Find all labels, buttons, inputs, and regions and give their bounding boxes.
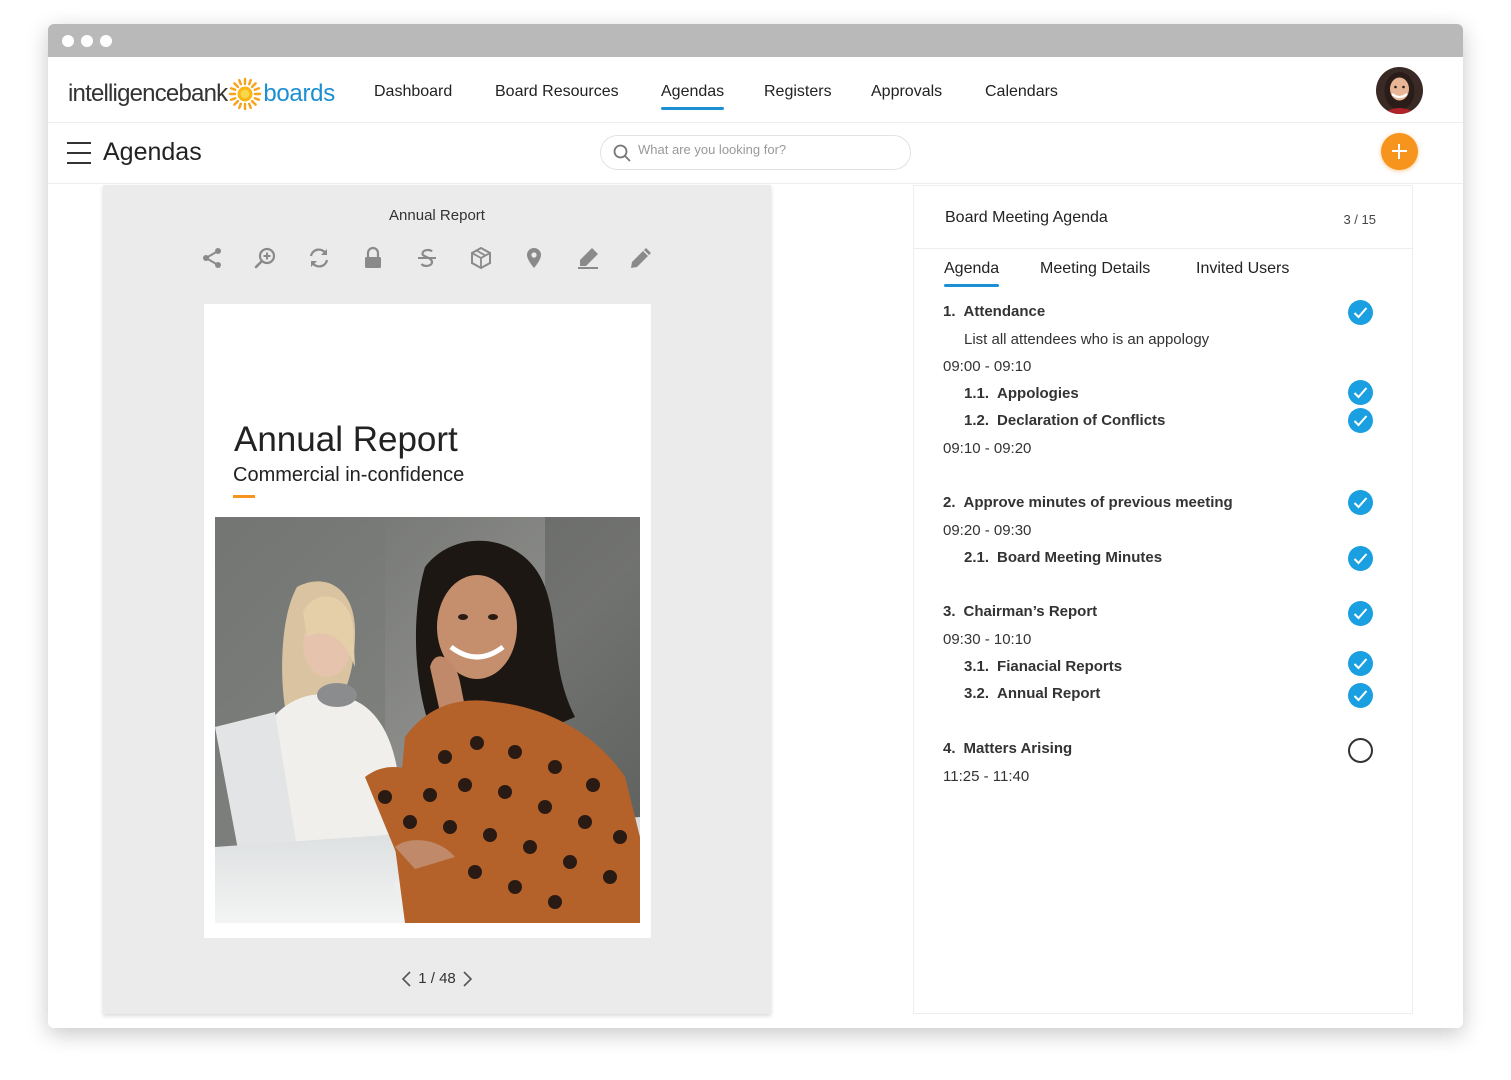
package-icon[interactable] [468,245,494,271]
avatar-portrait-icon [1376,67,1423,114]
agenda-item-title: Matters Arising [963,740,1073,757]
agenda-item-time: 09:10 - 09:20 [943,440,1032,457]
viewer-title: Annual Report [389,207,485,224]
nav-calendars[interactable]: Calendars [985,83,1058,101]
agenda-item[interactable]: 4. Matters Arising [943,740,1072,757]
lock-icon[interactable] [360,245,386,271]
agenda-item-number: 4. [943,740,956,757]
document-viewer: Annual Report Annual Report Commercial i… [103,185,771,1014]
top-navigation: intelligencebank boards Dashboard Board … [48,57,1463,123]
user-avatar[interactable] [1376,67,1423,114]
completed-check-icon[interactable] [1348,651,1373,676]
agenda-item-number: 3.2. [964,685,990,702]
agenda-item-number: 3. [943,603,956,620]
office-photo-image [215,517,640,923]
logo-text-secondary: boards [263,80,335,107]
window-dot [62,35,74,47]
nav-registers[interactable]: Registers [764,83,832,101]
agenda-count: 3 / 15 [1343,212,1376,227]
tab-agenda[interactable]: Agenda [944,260,1000,287]
agenda-item-title: Annual Report [997,685,1101,702]
sun-logo-icon [229,77,262,111]
incomplete-circle-icon[interactable] [1348,738,1373,763]
location-pin-icon[interactable] [521,245,547,271]
agenda-item-title: Approve minutes of previous meeting [963,494,1233,511]
window-titlebar [48,24,1463,57]
search-icon [613,144,631,162]
agenda-item-title: Chairman’s Report [963,603,1098,620]
page-indicator: 1 / 48 [418,970,456,987]
agenda-item-title: Fianacial Reports [997,658,1123,675]
completed-check-icon[interactable] [1348,408,1373,433]
completed-check-icon[interactable] [1348,546,1373,571]
completed-check-icon[interactable] [1348,601,1373,626]
highlighter-icon[interactable] [575,245,601,271]
brand-logo[interactable]: intelligencebank boards [68,77,335,111]
chevron-right-icon[interactable] [460,970,474,988]
agenda-item-title: Declaration of Conflicts [997,412,1166,429]
tab-meeting-details[interactable]: Meeting Details [1040,260,1150,278]
agenda-item-number: 2.1. [964,549,990,566]
agenda-item-number: 1.1. [964,385,990,402]
window-dot [100,35,112,47]
document-subheading: Commercial in-confidence [233,464,465,486]
nav-approvals[interactable]: Approvals [871,83,942,101]
agenda-item[interactable]: 2. Approve minutes of previous meeting [943,494,1233,511]
agenda-item-time: 09:30 - 10:10 [943,631,1032,648]
strikethrough-icon[interactable] [414,245,440,271]
completed-check-icon[interactable] [1348,490,1373,515]
agenda-item-time: 11:25 - 11:40 [943,768,1030,785]
agenda-item-description: List all attendees who is an appology [964,331,1210,348]
heading-accent-rule [233,495,255,498]
agenda-subitem[interactable]: 1.2. Declaration of Conflicts [964,412,1165,429]
agenda-subitem[interactable]: 2.1. Board Meeting Minutes [964,549,1162,566]
zoom-icon[interactable] [253,245,279,271]
agenda-item[interactable]: 1. Attendance [943,303,1045,320]
agenda-subitem[interactable]: 3.2. Annual Report [964,685,1100,702]
add-button[interactable] [1381,133,1418,170]
completed-check-icon[interactable] [1348,380,1373,405]
completed-check-icon[interactable] [1348,683,1373,708]
agenda-item-title: Appologies [997,385,1079,402]
agenda-item-time: 09:00 - 09:10 [943,358,1032,375]
agenda-item-number: 1.2. [964,412,990,429]
search-input[interactable] [638,142,898,157]
window-dot [81,35,93,47]
tab-invited-users[interactable]: Invited Users [1196,260,1289,278]
agenda-item-title: Board Meeting Minutes [997,549,1163,566]
agenda-item-number: 3.1. [964,658,990,675]
agenda-item-title: Attendance [963,303,1046,320]
rotate-icon[interactable] [306,245,332,271]
logo-text-primary: intelligencebank [68,80,228,107]
document-heading: Annual Report [234,420,458,459]
page-navigator: 1 / 48 [103,970,771,988]
nav-board-resources[interactable]: Board Resources [495,83,619,101]
document-page[interactable]: Annual Report Commercial in-confidence [204,304,651,938]
agenda-subitem[interactable]: 1.1. Appologies [964,385,1079,402]
browser-window: intelligencebank boards Dashboard Board … [48,24,1463,1028]
pencil-icon[interactable] [628,245,654,271]
completed-check-icon[interactable] [1348,300,1373,325]
agenda-panel: Board Meeting Agenda 3 / 15 Agenda Meeti… [913,185,1413,1014]
page-title: Agendas [103,138,202,166]
nav-dashboard[interactable]: Dashboard [374,83,452,101]
share-icon[interactable] [199,245,225,271]
agenda-subitem[interactable]: 3.1. Fianacial Reports [964,658,1122,675]
agenda-item-number: 1. [943,303,956,320]
page-header: Agendas [48,123,1463,184]
agenda-item[interactable]: 3. Chairman’s Report [943,603,1097,620]
agenda-title: Board Meeting Agenda [945,209,1108,226]
nav-agendas[interactable]: Agendas [661,83,725,110]
agenda-item-time: 09:20 - 09:30 [943,522,1032,539]
menu-icon[interactable] [67,142,91,164]
chevron-left-icon[interactable] [400,970,414,988]
agenda-panel-header: Board Meeting Agenda 3 / 15 [914,186,1412,249]
agenda-item-number: 2. [943,494,956,511]
search-box[interactable] [600,135,911,170]
cover-photo [215,517,640,923]
